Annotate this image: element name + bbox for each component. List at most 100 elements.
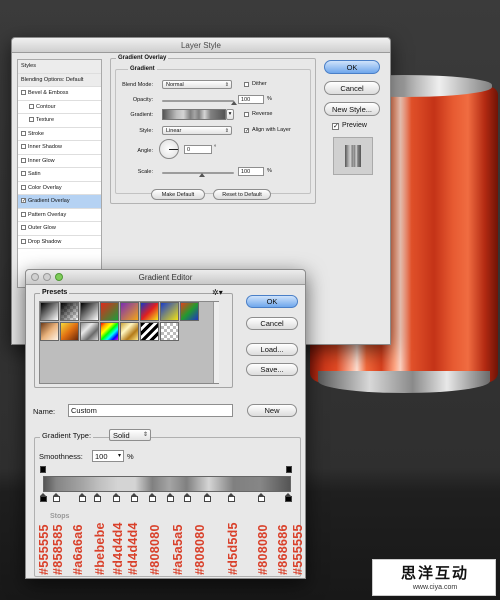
preset-swatch[interactable] (180, 302, 199, 321)
color-stop[interactable] (113, 493, 120, 502)
preset-swatch[interactable] (100, 302, 119, 321)
preset-swatch[interactable] (160, 302, 179, 321)
opacity-input[interactable]: 100 (238, 95, 264, 104)
stop-color-hex: #bebebe (93, 522, 107, 575)
gradient-type-select[interactable]: Solid ⇕ (109, 429, 151, 441)
load-button[interactable]: Load... (246, 343, 298, 356)
opacity-slider[interactable] (162, 100, 234, 102)
angle-input[interactable]: 0 (184, 145, 212, 154)
style-select[interactable]: Linear ⇕ (162, 126, 232, 135)
preset-swatch[interactable] (100, 322, 119, 341)
minimize-window-icon[interactable] (43, 273, 51, 281)
checkbox[interactable] (29, 117, 34, 123)
stop-color-hex: #858585 (51, 524, 65, 575)
preset-swatch[interactable] (40, 302, 59, 321)
dither-checkbox[interactable] (244, 82, 249, 87)
color-stop[interactable] (167, 493, 174, 502)
color-stop[interactable] (79, 493, 86, 502)
styles-header[interactable]: Styles (18, 60, 101, 74)
checkbox[interactable] (21, 144, 26, 150)
checkbox[interactable] (21, 171, 26, 177)
preset-swatch[interactable] (120, 322, 139, 341)
reverse-checkbox[interactable] (244, 112, 249, 117)
checkbox[interactable] (21, 238, 26, 244)
preset-swatch[interactable] (80, 322, 99, 341)
preset-swatch[interactable] (80, 302, 99, 321)
style-item-drop-shadow[interactable]: Drop Shadow (18, 236, 101, 249)
ok-button[interactable]: OK (246, 295, 298, 308)
make-default-button[interactable]: Make Default (151, 189, 205, 200)
gear-icon[interactable]: ✲▾ (212, 288, 223, 297)
save-button[interactable]: Save... (246, 363, 298, 376)
blending-options[interactable]: Blending Options: Default (18, 73, 101, 87)
new-style-button[interactable]: New Style... (324, 102, 380, 116)
style-item-texture[interactable]: Texture (18, 114, 101, 128)
style-item-label: Color Overlay (28, 184, 62, 191)
angle-label: Angle: (137, 148, 153, 154)
gradient-bar[interactable] (43, 476, 291, 492)
style-item-gradient-overlay[interactable]: ✓ Gradient Overlay (18, 195, 101, 209)
scale-slider-thumb[interactable] (199, 173, 205, 177)
angle-dial[interactable] (159, 139, 179, 159)
style-item-inner-shadow[interactable]: Inner Shadow (18, 141, 101, 155)
color-stop[interactable] (184, 493, 191, 502)
preset-swatch[interactable] (60, 302, 79, 321)
color-stop[interactable] (285, 493, 292, 502)
preset-swatch[interactable] (160, 322, 179, 341)
checkbox[interactable] (29, 103, 34, 109)
scale-slider[interactable] (162, 172, 234, 174)
checkbox[interactable] (21, 225, 26, 231)
checkbox[interactable] (21, 157, 26, 163)
style-item-inner-glow[interactable]: Inner Glow (18, 155, 101, 168)
preset-swatch[interactable] (120, 302, 139, 321)
name-input[interactable]: Custom (68, 404, 233, 417)
color-stop[interactable] (228, 493, 235, 502)
preset-swatch[interactable] (60, 322, 79, 341)
cancel-button[interactable]: Cancel (246, 317, 298, 330)
color-stop[interactable] (94, 493, 101, 502)
checkbox[interactable] (21, 130, 26, 136)
align-with-layer-checkbox[interactable]: ✓ (244, 128, 249, 134)
gradient-picker[interactable] (162, 109, 226, 120)
style-item-pattern-overlay[interactable]: Pattern Overlay (18, 209, 101, 222)
group-title: Gradient Overlay (116, 55, 169, 61)
style-item-outer-glow[interactable]: Outer Glow (18, 222, 101, 236)
color-stop[interactable] (53, 493, 60, 502)
checkbox[interactable] (21, 211, 26, 217)
preset-swatch[interactable] (140, 322, 159, 341)
checkbox-checked[interactable]: ✓ (21, 198, 26, 204)
color-stop[interactable] (204, 493, 211, 502)
style-item-contour[interactable]: Contour (18, 101, 101, 114)
blend-mode-label: Blend Mode: (122, 82, 153, 88)
reset-to-default-button[interactable]: Reset to Default (213, 189, 271, 200)
opacity-slider-thumb[interactable] (231, 101, 237, 105)
style-item-label: Stroke (28, 130, 44, 137)
opacity-stop-left[interactable] (40, 466, 46, 473)
style-item-bevel-emboss[interactable]: Bevel & Emboss (18, 87, 101, 101)
zoom-window-icon[interactable] (55, 273, 63, 281)
can-bottom (318, 371, 490, 393)
checkbox[interactable] (21, 184, 26, 190)
color-stop[interactable] (149, 493, 156, 502)
color-stop[interactable] (131, 493, 138, 502)
style-item-color-overlay[interactable]: Color Overlay (18, 182, 101, 195)
preset-swatch[interactable] (40, 322, 59, 341)
blend-mode-select[interactable]: Normal ⇕ (162, 80, 232, 89)
color-stop[interactable] (258, 493, 265, 502)
new-button[interactable]: New (247, 404, 297, 417)
preview-checkbox[interactable]: ✓ (332, 123, 339, 130)
cancel-button[interactable]: Cancel (324, 81, 380, 95)
smoothness-input[interactable]: 100 ▾ (92, 450, 124, 462)
preset-swatch[interactable] (140, 302, 159, 321)
scale-input[interactable]: 100 (238, 167, 264, 176)
color-stop[interactable] (40, 493, 47, 502)
presets-scrollbar[interactable] (213, 302, 219, 383)
close-window-icon[interactable] (31, 273, 39, 281)
ok-button[interactable]: OK (324, 60, 380, 74)
gradient-dropdown-arrow[interactable]: ▾ (226, 109, 234, 120)
checkbox[interactable] (21, 90, 26, 96)
style-item-stroke[interactable]: Stroke (18, 128, 101, 141)
preview-swatch (345, 145, 361, 167)
opacity-stop-right[interactable] (286, 466, 292, 473)
style-item-satin[interactable]: Satin (18, 168, 101, 182)
